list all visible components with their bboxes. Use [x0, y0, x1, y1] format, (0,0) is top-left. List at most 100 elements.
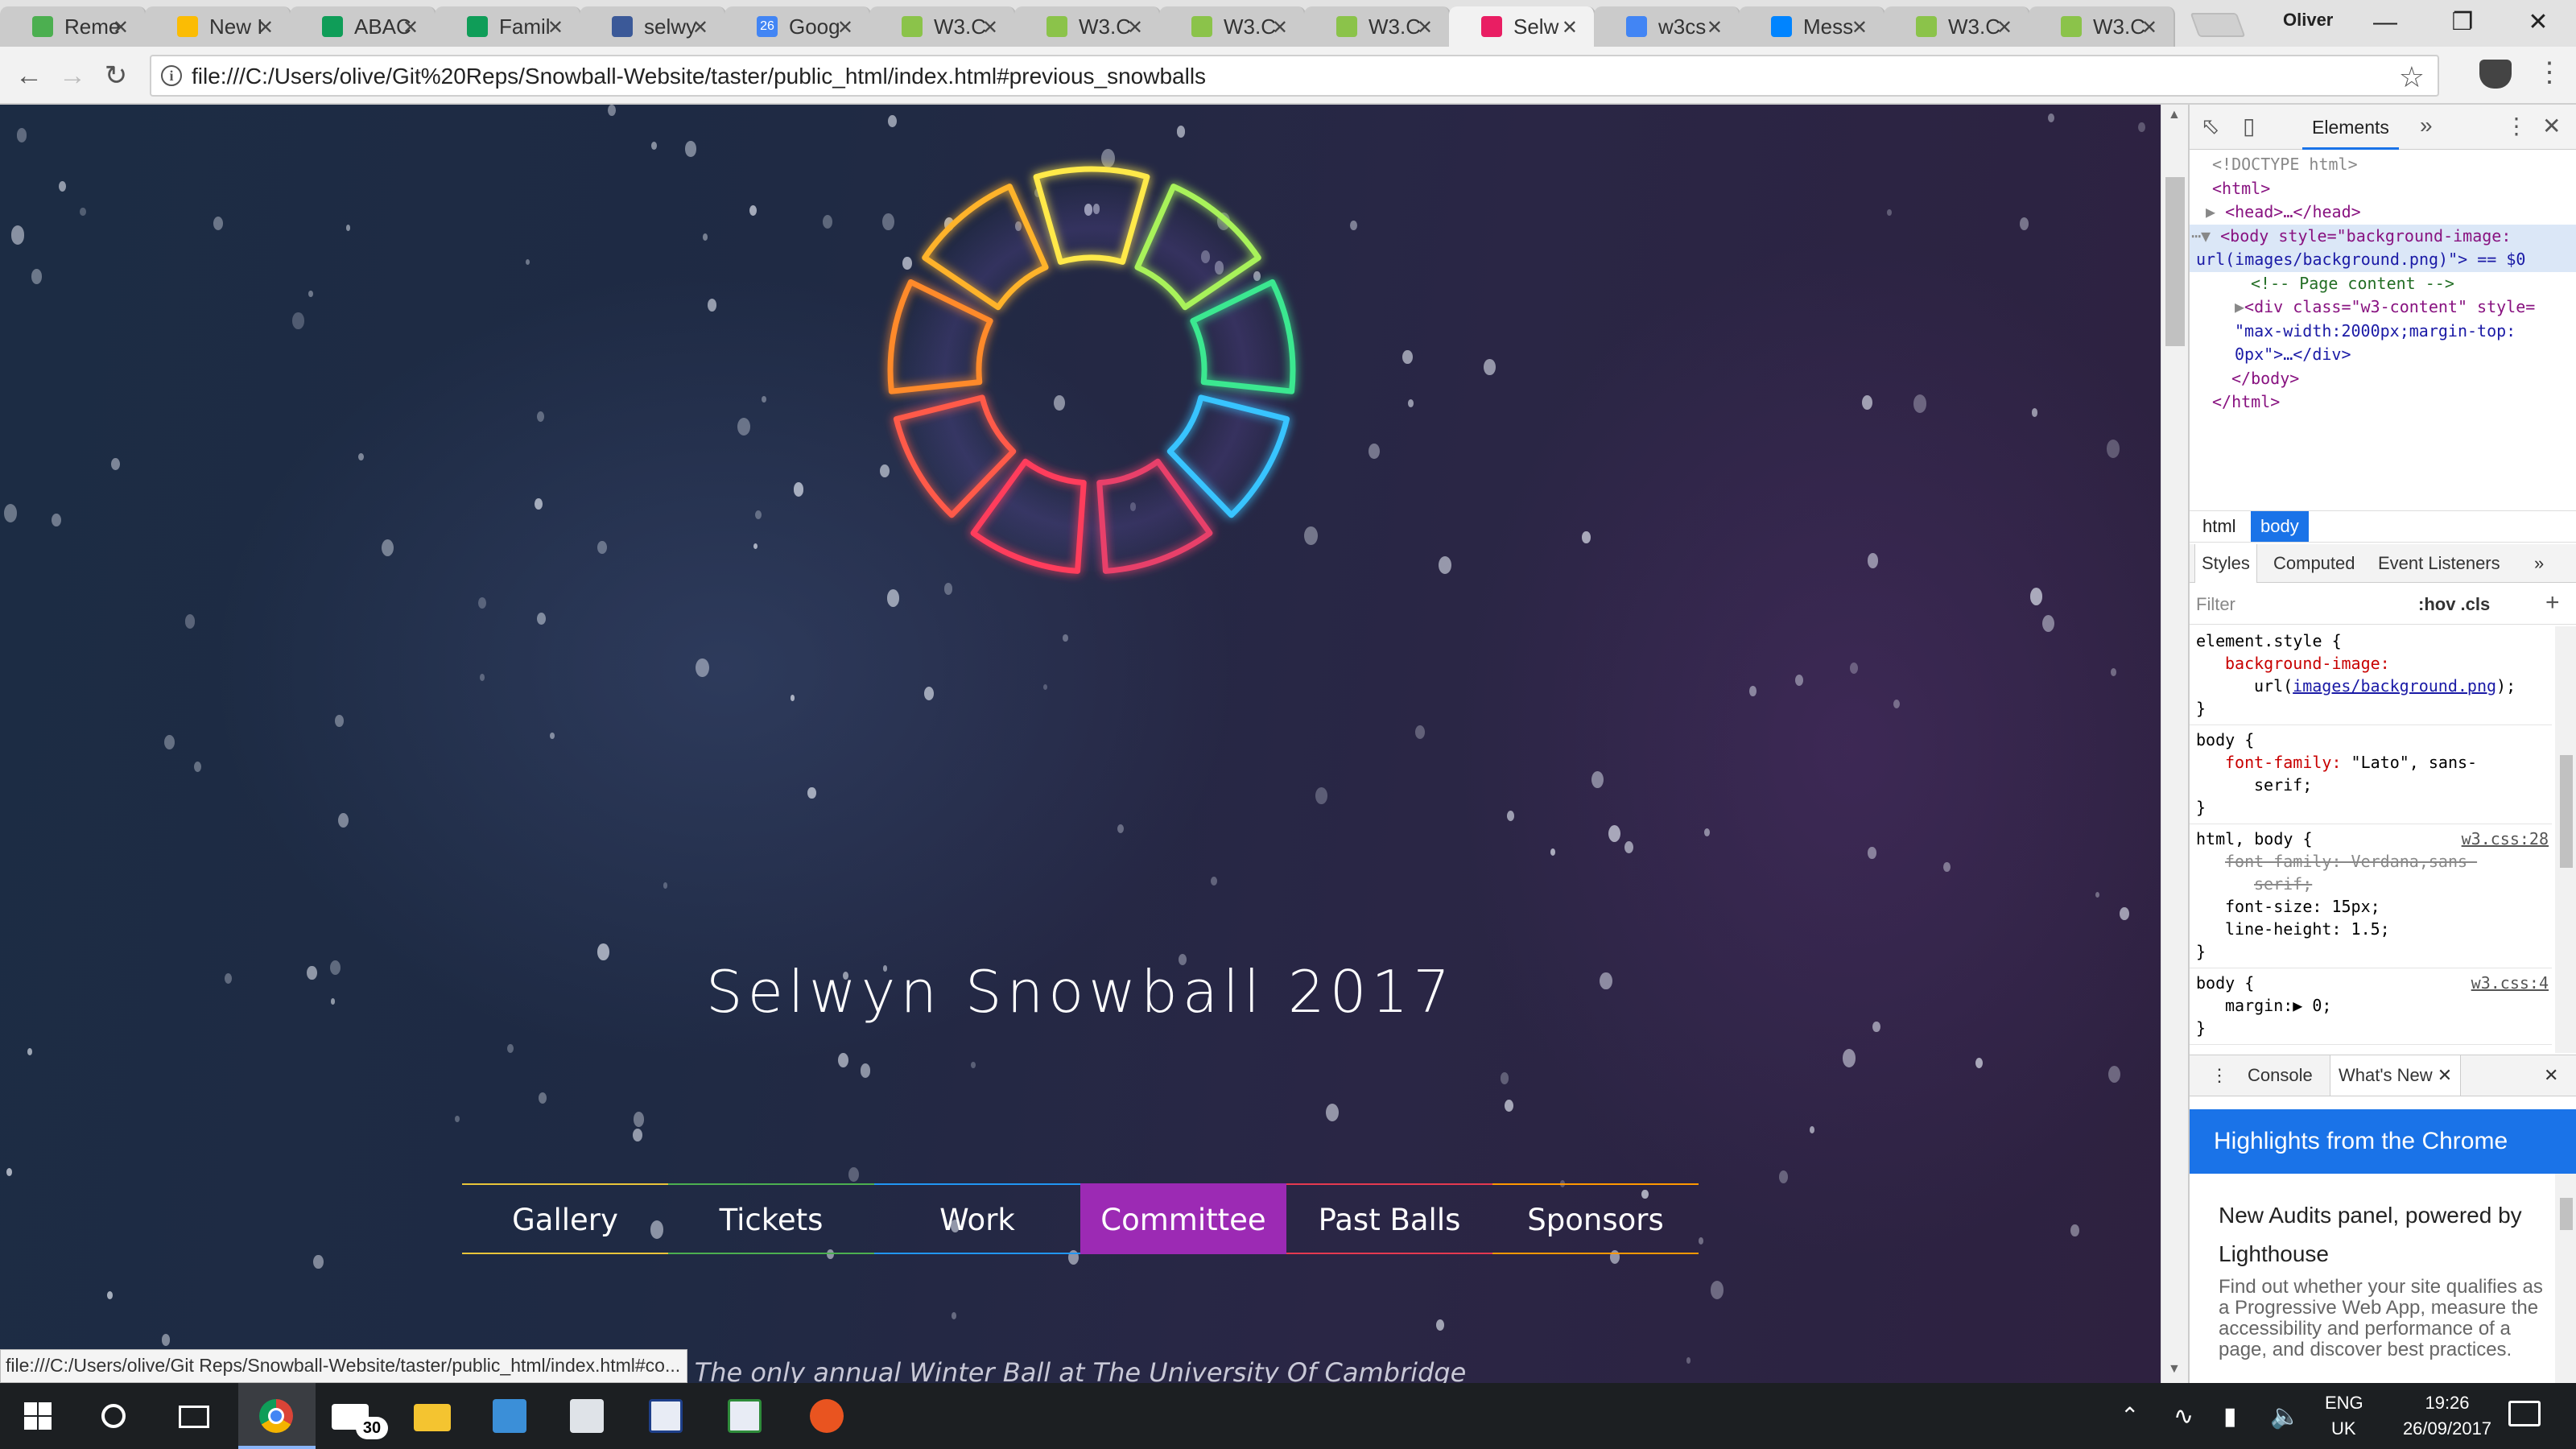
more-panels-icon[interactable]: »	[2528, 544, 2550, 583]
cortana-search-icon[interactable]	[101, 1404, 126, 1428]
drawer-close-icon[interactable]: ✕	[2536, 1055, 2566, 1096]
browser-tab[interactable]: Selw ✕	[1449, 6, 1596, 47]
visual-studio-icon[interactable]	[649, 1399, 683, 1433]
tab-close-icon[interactable]: ✕	[692, 16, 708, 39]
tab-styles[interactable]: Styles	[2194, 544, 2257, 583]
taskbar-chrome[interactable]	[238, 1383, 316, 1449]
browser-tab[interactable]: Reme ✕	[0, 6, 147, 47]
breadcrumb-html[interactable]: html	[2193, 511, 2246, 542]
tab-elements[interactable]: Elements	[2302, 105, 2399, 150]
rule-body-margin[interactable]: body { w3.css:4 margin:▶ 0; }	[2190, 968, 2552, 1045]
tab-close-icon[interactable]: ✕	[1996, 16, 2013, 39]
rule-html-body[interactable]: html, body { w3.css:28 font-family: Verd…	[2190, 824, 2552, 968]
remote-desktop-icon[interactable]	[570, 1399, 604, 1433]
scroll-up-arrow-icon[interactable]: ▲	[2168, 108, 2181, 122]
dom-body-selected[interactable]: ⋯▼ <body style="background-image:	[2190, 224, 2576, 248]
volume-icon[interactable]: 🔈	[2270, 1402, 2300, 1430]
tab-close-icon[interactable]: ✕	[1707, 16, 1723, 39]
wifi-icon[interactable]: ∿	[2174, 1402, 2194, 1430]
hov-cls-toggle[interactable]: :hov .cls	[2418, 594, 2490, 615]
rule-body-font[interactable]: body { font-family: "Lato", sans- serif;…	[2190, 725, 2552, 824]
chrome-menu-icon[interactable]: ⋮	[2536, 56, 2563, 89]
tab-computed[interactable]: Computed	[2267, 544, 2362, 583]
rule-property[interactable]: font-family: "Lato", sans-	[2196, 751, 2552, 774]
tab-close-icon[interactable]: ✕	[1562, 16, 1578, 39]
tab-close-icon[interactable]: ✕	[258, 16, 274, 39]
info-icon[interactable]: i	[161, 65, 182, 86]
page-scroll-thumb[interactable]	[2165, 177, 2185, 346]
rule-value[interactable]: url(images/background.png);	[2196, 675, 2552, 697]
dom-div[interactable]: ▶<div class="w3-content" style=	[2190, 295, 2576, 320]
start-button[interactable]	[0, 1383, 77, 1449]
tab-close-icon[interactable]: ✕	[402, 16, 419, 39]
rule-property-overridden[interactable]: font-family: Verdana,sans-	[2196, 850, 2552, 873]
page-scrollbar[interactable]: ▲ ▼	[2161, 105, 2188, 1383]
breadcrumb-body[interactable]: body	[2251, 511, 2309, 542]
restore-button[interactable]: ❐	[2428, 0, 2497, 45]
dom-body-close[interactable]: </body>	[2190, 367, 2576, 391]
browser-tab[interactable]: 26 Goog ✕	[724, 6, 871, 47]
browser-tab[interactable]: W3.C ✕	[1014, 6, 1161, 47]
bookmark-star-icon[interactable]: ☆	[2399, 60, 2425, 94]
scroll-down-arrow-icon[interactable]: ▼	[2168, 1362, 2181, 1377]
add-rule-icon[interactable]: +	[2545, 589, 2560, 617]
file-explorer-icon[interactable]	[414, 1404, 451, 1431]
notepad-plus-plus-icon[interactable]	[728, 1399, 762, 1433]
inspect-element-icon[interactable]: ⬁	[2201, 113, 2219, 139]
battery-icon[interactable]: ▮	[2223, 1402, 2237, 1430]
dom-div-close[interactable]: 0px">…</div>	[2190, 343, 2576, 367]
more-tabs-icon[interactable]: »	[2420, 113, 2433, 138]
rule-source-link[interactable]: w3.css:4	[2471, 972, 2549, 994]
tab-close-icon[interactable]: ✕	[837, 16, 853, 39]
tab-console[interactable]: Console	[2240, 1055, 2321, 1096]
styles-scrollbar[interactable]	[2555, 626, 2576, 1053]
rule-property[interactable]: margin:▶ 0;	[2196, 994, 2552, 1017]
browser-tab[interactable]: W3.C ✕	[1159, 6, 1306, 47]
browser-tab[interactable]: Mess ✕	[1739, 6, 1885, 47]
nav-item-work[interactable]: Work	[874, 1183, 1080, 1254]
reload-icon[interactable]: ↻	[100, 60, 132, 92]
settings-app-icon[interactable]	[493, 1399, 526, 1433]
tab-whats-new[interactable]: What's New ✕	[2330, 1055, 2462, 1096]
rule-property[interactable]: background-image:	[2196, 652, 2552, 675]
tab-close-icon[interactable]: ✕	[113, 16, 129, 39]
profile-name[interactable]: Oliver	[2283, 10, 2333, 31]
browser-tab[interactable]: W3.C ✕	[2029, 6, 2175, 47]
device-toolbar-icon[interactable]: ▯	[2243, 113, 2255, 139]
devtools-menu-icon[interactable]: ⋮	[2505, 113, 2528, 139]
tab-close-icon[interactable]: ✕	[2438, 1065, 2452, 1085]
window-close-button[interactable]: ✕	[2504, 0, 2573, 45]
task-view-icon[interactable]	[179, 1406, 209, 1428]
browser-tab[interactable]: W3.C ✕	[1304, 6, 1451, 47]
rule-property[interactable]: font-size: 15px;	[2196, 895, 2552, 918]
whats-new-scrollbar[interactable]	[2555, 1174, 2576, 1383]
dom-comment[interactable]: <!-- Page content -->	[2190, 272, 2576, 296]
nav-item-sponsors[interactable]: Sponsors	[1492, 1183, 1699, 1254]
whats-new-scroll-thumb[interactable]	[2560, 1198, 2573, 1230]
minimize-button[interactable]: —	[2351, 0, 2420, 45]
clock-date[interactable]: 26/09/2017	[2399, 1418, 2496, 1439]
devtools-close-icon[interactable]: ✕	[2542, 113, 2561, 139]
nav-item-committee[interactable]: Committee	[1080, 1183, 1286, 1254]
tab-close-icon[interactable]: ✕	[1852, 16, 1868, 39]
tab-close-icon[interactable]: ✕	[982, 16, 998, 39]
new-tab-button[interactable]	[2190, 13, 2246, 37]
tab-close-icon[interactable]: ✕	[1417, 16, 1433, 39]
tab-event-listeners[interactable]: Event Listeners	[2372, 544, 2507, 583]
browser-tab[interactable]: selwy ✕	[580, 6, 726, 47]
dom-doctype[interactable]: <!DOCTYPE html>	[2190, 153, 2576, 177]
tab-close-icon[interactable]: ✕	[1272, 16, 1288, 39]
browser-tab[interactable]: ABAC ✕	[290, 6, 436, 47]
action-center-icon[interactable]	[2508, 1401, 2541, 1426]
dom-div-style[interactable]: "max-width:2000px;margin-top:	[2190, 320, 2576, 344]
rule-property[interactable]: line-height: 1.5;	[2196, 918, 2552, 940]
nav-item-tickets[interactable]: Tickets	[668, 1183, 874, 1254]
dom-body-style[interactable]: url(images/background.png)"> == $0	[2190, 248, 2576, 272]
pocket-extension-icon[interactable]	[2479, 60, 2512, 89]
drawer-menu-icon[interactable]: ⋮	[2202, 1055, 2236, 1096]
browser-tab[interactable]: New I ✕	[145, 6, 291, 47]
styles-filter-input[interactable]: Filter	[2196, 594, 2235, 615]
background-image-link[interactable]: images/background.png	[2293, 676, 2496, 696]
show-hidden-icons-chevron-icon[interactable]: ⌃	[2120, 1402, 2139, 1429]
browser-tab[interactable]: Famil ✕	[435, 6, 581, 47]
